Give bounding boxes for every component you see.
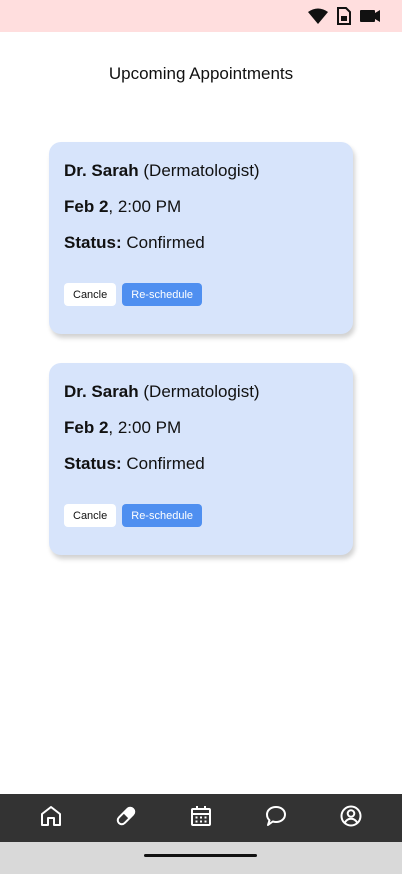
calendar-icon (189, 804, 213, 833)
status-line: Status: Confirmed (64, 454, 205, 474)
status-value: Confirmed (121, 454, 205, 473)
home-icon (39, 804, 63, 833)
tab-home[interactable] (29, 796, 73, 840)
chat-icon (264, 804, 288, 833)
doctor-specialty: (Dermatologist) (138, 161, 260, 180)
gesture-bar (0, 842, 402, 874)
appointment-time: , 2:00 PM (108, 197, 182, 216)
doctor-specialty: (Dermatologist) (138, 382, 260, 401)
tab-profile[interactable] (329, 796, 373, 840)
reschedule-button[interactable]: Re-schedule (122, 283, 203, 306)
doctor-name: Dr. Sarah (64, 161, 139, 180)
status-line: Status: Confirmed (64, 233, 205, 253)
doctor-line: Dr. Sarah (Dermatologist) (64, 382, 260, 402)
home-indicator[interactable] (144, 854, 257, 857)
status-label: Status: (64, 233, 122, 252)
appointment-date: Feb 2 (64, 197, 109, 216)
tab-appointments[interactable] (179, 796, 223, 840)
doctor-line: Dr. Sarah (Dermatologist) (64, 161, 260, 181)
status-label: Status: (64, 454, 122, 473)
appointment-date: Feb 2 (64, 418, 109, 437)
sim-card-icon (337, 7, 351, 25)
appointment-card: Dr. Sarah (Dermatologist) Feb 2, 2:00 PM… (49, 363, 353, 555)
cancel-button[interactable]: Cancle (64, 504, 117, 527)
reschedule-button[interactable]: Re-schedule (122, 504, 203, 527)
tab-medications[interactable] (104, 796, 148, 840)
datetime-line: Feb 2, 2:00 PM (64, 418, 181, 438)
page-title: Upcoming Appointments (108, 64, 294, 83)
profile-icon (339, 804, 363, 833)
status-bar (0, 0, 402, 32)
tab-messages[interactable] (254, 796, 298, 840)
appointment-card: Dr. Sarah (Dermatologist) Feb 2, 2:00 PM… (49, 142, 353, 334)
bottom-tab-bar (0, 794, 402, 842)
doctor-name: Dr. Sarah (64, 382, 139, 401)
status-value: Confirmed (121, 233, 205, 252)
appointment-time: , 2:00 PM (108, 418, 182, 437)
datetime-line: Feb 2, 2:00 PM (64, 197, 181, 217)
wifi-icon (308, 8, 328, 24)
pill-icon (114, 804, 138, 833)
cancel-button[interactable]: Cancle (64, 283, 117, 306)
battery-icon (360, 9, 380, 23)
